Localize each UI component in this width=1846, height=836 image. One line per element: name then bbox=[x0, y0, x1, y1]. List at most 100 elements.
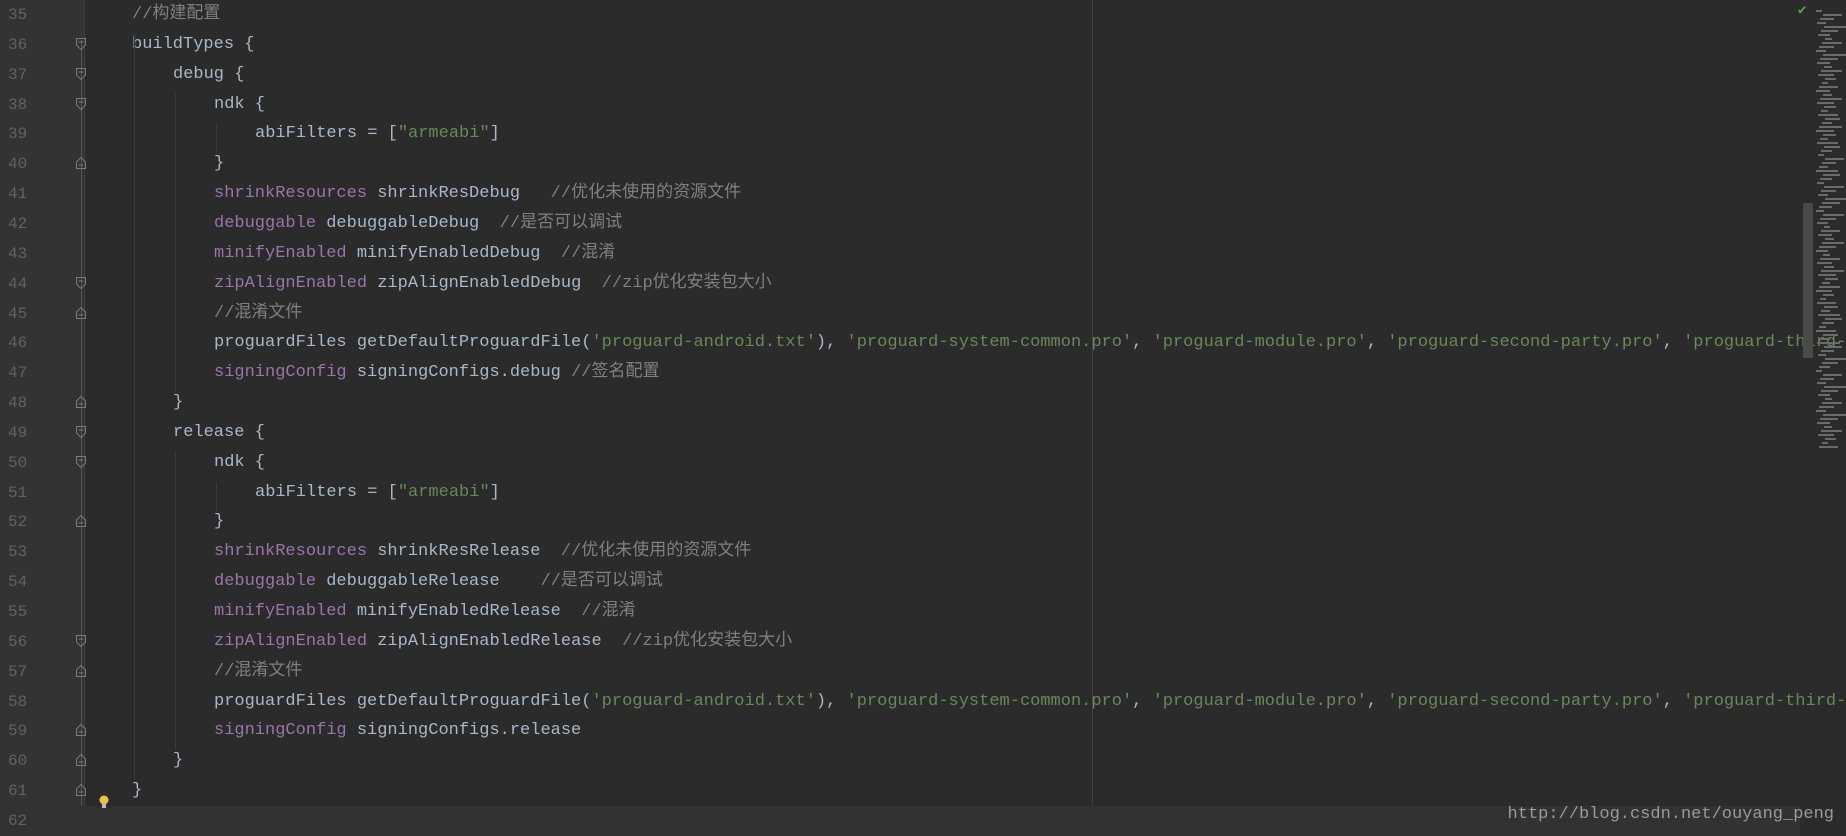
string-token: 'proguard-android.txt' bbox=[591, 333, 816, 353]
code-token: ndk { bbox=[214, 452, 266, 472]
minimap-line bbox=[1824, 266, 1834, 268]
code-line[interactable]: 55 minifyEnabled minifyEnabledRelease //混… bbox=[0, 597, 1800, 627]
minimap-line bbox=[1821, 110, 1828, 112]
minimap-line bbox=[1818, 34, 1830, 36]
fold-marker-icon[interactable] bbox=[76, 634, 86, 647]
minimap-line bbox=[1825, 118, 1840, 120]
code-line[interactable]: 47 signingConfig signingConfigs.debug //签… bbox=[0, 358, 1800, 388]
code-line[interactable]: 38 ndk { bbox=[0, 90, 1800, 120]
code-text: proguardFiles getDefaultProguardFile( 'pr… bbox=[214, 687, 1846, 717]
code-line[interactable]: 37 debug { bbox=[0, 60, 1800, 90]
code-token: abiFilters = [ bbox=[255, 124, 398, 144]
code-token: abiFilters = [ bbox=[255, 482, 398, 502]
lightbulb-icon[interactable] bbox=[98, 795, 110, 809]
code-line[interactable]: 42 debuggable debuggableDebug //是否可以调试 bbox=[0, 209, 1800, 239]
code-token: zipAlignEnabledDebug bbox=[367, 273, 602, 293]
comment-token: //优化未使用的资源文件 bbox=[550, 184, 742, 204]
fold-marker-icon[interactable] bbox=[76, 276, 86, 289]
code-line[interactable]: 35 //构建配置 bbox=[0, 0, 1800, 30]
code-line[interactable]: 49 release { bbox=[0, 418, 1800, 448]
minimap-line bbox=[1816, 250, 1828, 252]
comment-token: //混淆 bbox=[581, 602, 636, 621]
code-line[interactable]: 56 zipAlignEnabled zipAlignEnabledRelease… bbox=[0, 627, 1800, 657]
code-text: } bbox=[173, 388, 183, 418]
code-line[interactable]: 50 ndk { bbox=[0, 448, 1800, 478]
minimap-line bbox=[1824, 186, 1844, 188]
minimap-line bbox=[1823, 374, 1842, 376]
fold-marker-icon[interactable] bbox=[76, 306, 86, 319]
minimap-line bbox=[1817, 262, 1832, 264]
minimap-line bbox=[1817, 102, 1834, 104]
code-line[interactable]: 36 buildTypes { bbox=[0, 30, 1800, 60]
code-line[interactable]: 58 proguardFiles getDefaultProguardFile( '… bbox=[0, 687, 1846, 717]
fold-marker-icon[interactable] bbox=[76, 157, 86, 170]
line-number: 50 bbox=[8, 453, 28, 472]
code-token: ), bbox=[815, 333, 847, 353]
fold-marker-icon[interactable] bbox=[76, 97, 86, 110]
fold-marker-icon[interactable] bbox=[76, 664, 86, 677]
code-text: } bbox=[173, 746, 183, 776]
code-token: , bbox=[1132, 691, 1153, 711]
code-token: proguardFiles getDefaultProguardFile( bbox=[214, 691, 592, 711]
fold-marker-icon[interactable] bbox=[76, 754, 86, 767]
code-token: minifyEnabledRelease bbox=[346, 602, 582, 621]
minimap-line bbox=[1823, 54, 1846, 56]
code-line[interactable]: 52} bbox=[0, 507, 1800, 537]
minimap-line bbox=[1819, 166, 1828, 168]
minimap-line bbox=[1821, 270, 1844, 272]
code-line[interactable]: 48} bbox=[0, 388, 1800, 418]
line-number: 58 bbox=[8, 692, 28, 711]
minimap-line bbox=[1817, 22, 1826, 24]
fold-marker-icon[interactable] bbox=[76, 455, 86, 468]
code-line[interactable]: 44 zipAlignEnabled zipAlignEnabledDebug /… bbox=[0, 269, 1800, 299]
comment-token: //签名配置 bbox=[571, 363, 660, 383]
code-line[interactable]: 41 shrinkResources shrinkResDebug //优化未使用… bbox=[0, 179, 1800, 209]
fold-marker-icon[interactable] bbox=[76, 67, 86, 80]
fold-marker-icon[interactable] bbox=[76, 724, 86, 737]
keyword-token: signingConfig bbox=[214, 721, 347, 741]
minimap-line bbox=[1817, 222, 1828, 224]
minimap-line bbox=[1818, 274, 1836, 276]
minimap-line bbox=[1821, 350, 1834, 352]
fold-marker-icon[interactable] bbox=[76, 515, 86, 528]
code-line[interactable]: 39 abiFilters = ["armeabi"] bbox=[0, 119, 1800, 149]
minimap-line bbox=[1818, 114, 1838, 116]
code-line[interactable]: 54 debuggable debuggableRelease //是否可以调试 bbox=[0, 567, 1800, 597]
code-line[interactable]: 40} bbox=[0, 149, 1800, 179]
line-number: 40 bbox=[8, 155, 28, 174]
string-token: 'proguard-module.pro' bbox=[1152, 333, 1367, 353]
vertical-scrollbar-thumb[interactable] bbox=[1803, 203, 1813, 358]
code-line[interactable]: 57 //混淆文件 bbox=[0, 657, 1800, 687]
line-number: 47 bbox=[8, 364, 28, 383]
code-line[interactable]: 43 minifyEnabled minifyEnabledDebug //混淆 bbox=[0, 239, 1800, 269]
code-line[interactable]: 59 signingConfig signingConfigs.release bbox=[0, 716, 1800, 746]
code-line[interactable]: 45 //混淆文件 bbox=[0, 299, 1800, 329]
code-line[interactable]: 51 abiFilters = ["armeabi"] bbox=[0, 478, 1800, 508]
minimap-line bbox=[1821, 430, 1842, 432]
comment-token: //zip优化安装包大小 bbox=[622, 631, 793, 651]
code-line[interactable]: 46 proguardFiles getDefaultProguardFile('… bbox=[0, 328, 1846, 358]
keyword-token: minifyEnabled bbox=[214, 602, 347, 621]
fold-marker-icon[interactable] bbox=[76, 396, 86, 409]
code-line[interactable]: 61} bbox=[0, 776, 1800, 806]
fold-marker-icon[interactable] bbox=[76, 425, 86, 438]
code-minimap[interactable] bbox=[1814, 0, 1846, 836]
minimap-line bbox=[1819, 366, 1830, 368]
minimap-line bbox=[1824, 146, 1840, 148]
minimap-line bbox=[1823, 134, 1836, 136]
code-token: , bbox=[1132, 333, 1153, 353]
string-token: 'proguard-system-common.pro' bbox=[846, 691, 1133, 711]
minimap-line bbox=[1824, 106, 1836, 108]
code-token: , bbox=[1366, 333, 1388, 353]
code-text: } bbox=[214, 149, 224, 179]
fold-marker-icon[interactable] bbox=[76, 37, 86, 50]
code-text: proguardFiles getDefaultProguardFile('pr… bbox=[214, 328, 1846, 358]
code-line[interactable]: 53 shrinkResources shrinkResRelease //优化未… bbox=[0, 537, 1800, 567]
comment-token: //混淆 bbox=[560, 243, 616, 263]
inspection-ok-icon[interactable]: ✔ bbox=[1798, 2, 1806, 19]
code-line[interactable]: 60} bbox=[0, 746, 1800, 776]
fold-marker-icon[interactable] bbox=[76, 784, 86, 797]
minimap-line bbox=[1825, 358, 1846, 360]
line-number: 54 bbox=[8, 573, 28, 592]
code-token: release { bbox=[173, 422, 265, 442]
